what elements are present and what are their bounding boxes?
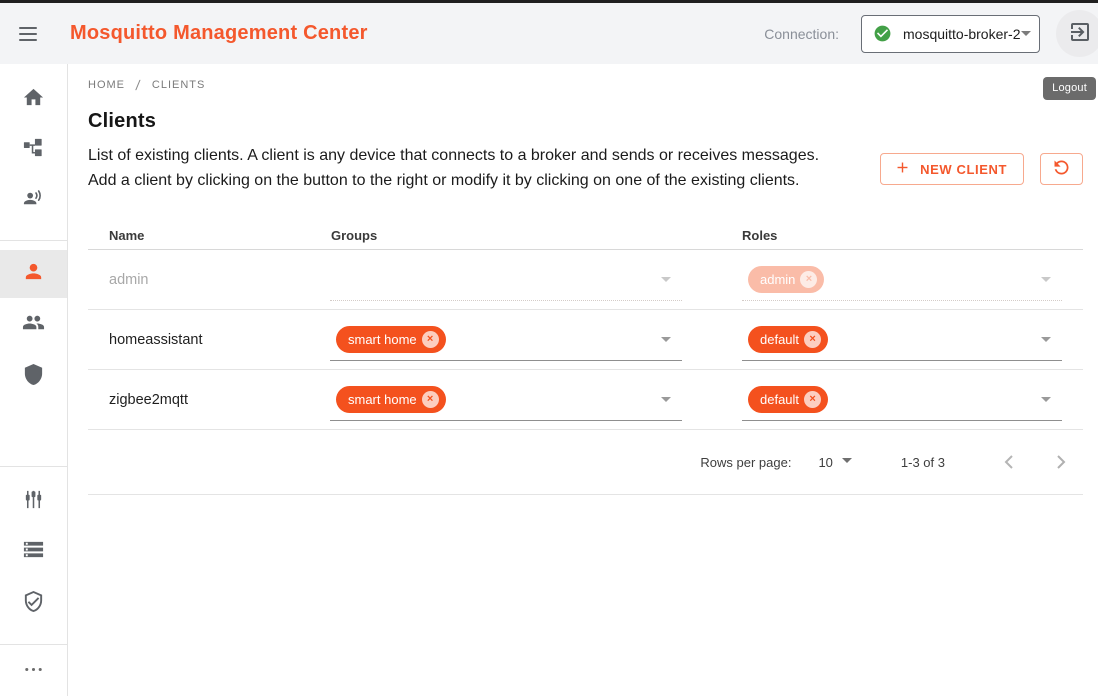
sidebar-divider bbox=[0, 240, 67, 241]
app-bar: Mosquitto Management Center Connection: … bbox=[0, 3, 1098, 64]
client-name: zigbee2mqtt bbox=[88, 392, 330, 408]
exit-to-app-icon bbox=[1068, 20, 1092, 47]
person-icon bbox=[22, 260, 45, 288]
role-chip[interactable]: default × bbox=[748, 386, 828, 413]
chevron-down-icon bbox=[1041, 277, 1051, 282]
verified-user-icon bbox=[22, 590, 45, 618]
sidebar-divider bbox=[0, 644, 67, 645]
chevron-down-icon bbox=[661, 397, 671, 402]
main-content: HOME / CLIENTS Clients List of existing … bbox=[68, 64, 1098, 696]
sidebar-item-plugins[interactable] bbox=[0, 527, 67, 577]
chip-delete-icon[interactable]: × bbox=[422, 391, 439, 408]
client-name: admin bbox=[88, 272, 330, 288]
logout-tooltip: Logout bbox=[1043, 77, 1096, 100]
refresh-button[interactable] bbox=[1040, 153, 1083, 185]
roles-select[interactable]: admin × bbox=[742, 259, 1062, 301]
ellipsis-icon bbox=[22, 658, 45, 686]
sidebar-item-streams[interactable] bbox=[0, 175, 67, 225]
chevron-right-icon bbox=[1049, 462, 1073, 477]
page-actions: NEW CLIENT bbox=[880, 153, 1083, 185]
table-pagination: Rows per page: 10 1-3 of 3 bbox=[88, 430, 1083, 495]
page-title: Clients bbox=[88, 110, 1083, 133]
group-chip[interactable]: smart home × bbox=[336, 386, 446, 413]
tune-icon bbox=[22, 488, 45, 516]
sidebar-item-roles[interactable] bbox=[0, 352, 67, 402]
groups-select[interactable]: smart home × bbox=[330, 379, 682, 421]
sidebar-divider bbox=[0, 466, 67, 467]
chip-label: default bbox=[760, 332, 799, 347]
table-row[interactable]: homeassistant smart home × default × bbox=[88, 310, 1083, 370]
storage-icon bbox=[22, 538, 45, 566]
table-header: Name Groups Roles bbox=[88, 222, 1083, 250]
chevron-down-icon bbox=[842, 458, 852, 463]
record-voice-icon bbox=[22, 186, 45, 214]
new-client-button[interactable]: NEW CLIENT bbox=[880, 153, 1024, 185]
chevron-down-icon bbox=[1041, 337, 1051, 342]
chip-delete-icon[interactable]: × bbox=[804, 331, 821, 348]
sidebar bbox=[0, 64, 68, 696]
new-client-label: NEW CLIENT bbox=[920, 162, 1007, 177]
chevron-down-icon bbox=[1021, 31, 1031, 36]
breadcrumb-current: CLIENTS bbox=[152, 79, 205, 91]
chip-label: default bbox=[760, 392, 799, 407]
sidebar-item-groups[interactable] bbox=[0, 300, 67, 350]
app-title: Mosquitto Management Center bbox=[70, 22, 368, 45]
table-row[interactable]: zigbee2mqtt smart home × default × bbox=[88, 370, 1083, 430]
home-icon bbox=[22, 86, 45, 114]
check-circle-icon bbox=[873, 24, 892, 43]
hamburger-menu-icon[interactable] bbox=[19, 22, 43, 46]
chip-label: admin bbox=[760, 272, 795, 287]
logout-button[interactable] bbox=[1056, 10, 1098, 57]
table-row[interactable]: admin admin × bbox=[88, 250, 1083, 310]
connection-value: mosquitto-broker-2 bbox=[903, 26, 1021, 42]
policy-icon bbox=[22, 363, 45, 391]
roles-select[interactable]: default × bbox=[742, 379, 1062, 421]
breadcrumb: HOME / CLIENTS bbox=[88, 77, 1083, 93]
plus-icon bbox=[894, 159, 911, 179]
role-chip[interactable]: default × bbox=[748, 326, 828, 353]
people-icon bbox=[22, 311, 45, 339]
next-page-button[interactable] bbox=[1049, 450, 1073, 474]
page-description: List of existing clients. A client is an… bbox=[88, 143, 828, 193]
previous-page-button[interactable] bbox=[997, 450, 1021, 474]
rows-per-page-select[interactable]: 10 bbox=[818, 455, 851, 470]
refresh-icon bbox=[1051, 157, 1072, 181]
breadcrumb-home[interactable]: HOME bbox=[88, 79, 125, 91]
breadcrumb-separator: / bbox=[135, 77, 142, 93]
clients-table: Name Groups Roles admin admin × bbox=[88, 222, 1083, 495]
connection-label: Connection: bbox=[764, 26, 839, 42]
column-header-name: Name bbox=[88, 228, 330, 243]
column-header-groups: Groups bbox=[330, 228, 738, 243]
roles-select[interactable]: default × bbox=[742, 319, 1062, 361]
sidebar-item-home[interactable] bbox=[0, 75, 67, 125]
client-name: homeassistant bbox=[88, 332, 330, 348]
topology-icon bbox=[22, 136, 45, 164]
chip-delete-icon[interactable]: × bbox=[804, 391, 821, 408]
chip-label: smart home bbox=[348, 392, 417, 407]
column-header-roles: Roles bbox=[738, 228, 1083, 243]
chip-delete-icon[interactable]: × bbox=[422, 331, 439, 348]
connection-select[interactable]: mosquitto-broker-2 bbox=[861, 15, 1040, 53]
sidebar-item-security[interactable] bbox=[0, 579, 67, 629]
chip-label: smart home bbox=[348, 332, 417, 347]
rows-per-page-label: Rows per page: bbox=[700, 455, 791, 470]
chip-delete-icon[interactable]: × bbox=[800, 271, 817, 288]
groups-select[interactable] bbox=[330, 259, 682, 301]
pagination-range: 1-3 of 3 bbox=[901, 455, 945, 470]
chevron-down-icon bbox=[661, 337, 671, 342]
top-border bbox=[0, 0, 1098, 3]
role-chip[interactable]: admin × bbox=[748, 266, 824, 293]
groups-select[interactable]: smart home × bbox=[330, 319, 682, 361]
sidebar-item-clients[interactable] bbox=[0, 250, 67, 298]
sidebar-item-topology[interactable] bbox=[0, 125, 67, 175]
chevron-left-icon bbox=[997, 462, 1021, 477]
chevron-down-icon bbox=[1041, 397, 1051, 402]
chevron-down-icon bbox=[661, 277, 671, 282]
sidebar-item-more[interactable] bbox=[0, 647, 67, 697]
sidebar-item-settings[interactable] bbox=[0, 477, 67, 527]
rows-per-page-value: 10 bbox=[818, 455, 832, 470]
group-chip[interactable]: smart home × bbox=[336, 326, 446, 353]
